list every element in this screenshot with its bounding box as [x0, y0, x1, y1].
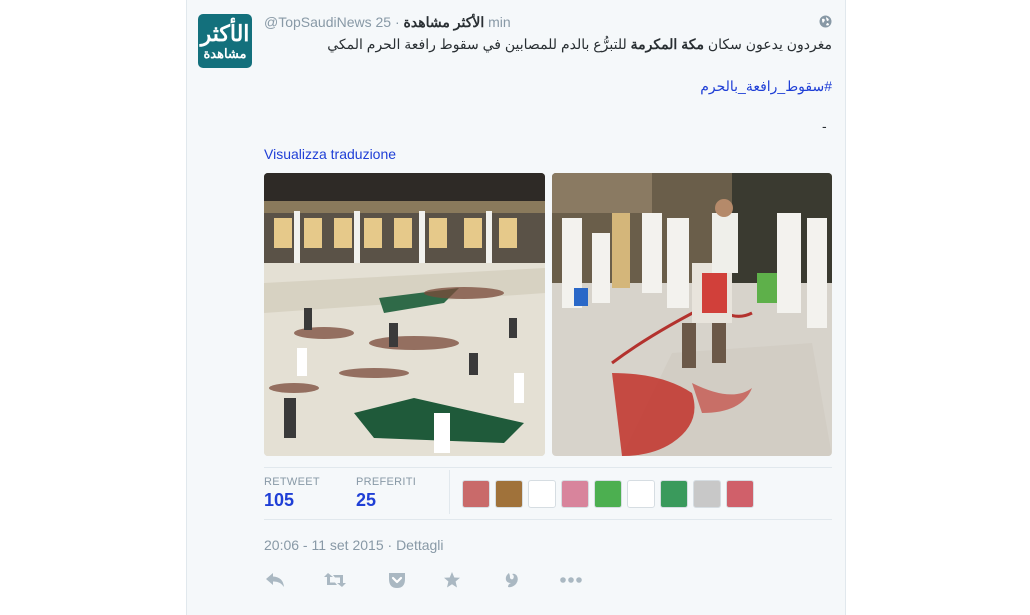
tweet-text-bold: مكة المكرمة — [630, 36, 704, 52]
favoriter-avatar-1[interactable] — [462, 480, 490, 508]
favoriter-avatar-7[interactable] — [660, 480, 688, 508]
favoriter-avatar-6[interactable] — [627, 480, 655, 508]
reply-icon — [266, 573, 284, 587]
retweet-icon — [324, 573, 346, 587]
favorite-button[interactable] — [440, 569, 464, 591]
tweet-timestamp-row: 20:06 - 11 set 2015 · Dettagli — [264, 537, 444, 553]
stats-top-divider — [264, 467, 832, 468]
pocket-icon — [389, 573, 405, 588]
favoriter-avatar-5[interactable] — [594, 480, 622, 508]
tweet-trailing-text: - — [822, 118, 827, 134]
pocket-button[interactable] — [385, 569, 409, 591]
tweet-header: @TopSaudiNews الأكثر مشاهدة · 25 min — [264, 14, 511, 32]
retweet-label: RETWEET — [264, 476, 320, 488]
translate-link[interactable]: Visualizza traduzione — [264, 146, 396, 162]
favoriter-avatar-4[interactable] — [561, 480, 589, 508]
tweet-text-part1: مغردون يدعون سكان — [703, 36, 832, 52]
tweet-timestamp: 20:06 - 11 set 2015 — [264, 537, 384, 553]
more-icon — [560, 577, 582, 583]
favoriter-avatar-3[interactable] — [528, 480, 556, 508]
user-handle[interactable]: @TopSaudiNews — [264, 14, 372, 30]
tweet-photo-2[interactable] — [552, 173, 832, 456]
favoriter-avatar-8[interactable] — [693, 480, 721, 508]
photo-2-image — [552, 173, 832, 456]
tweet-text: مغردون يدعون سكان مكة المكرمة للتبرُّع ب… — [264, 35, 832, 53]
more-button[interactable] — [559, 569, 583, 591]
retweet-button[interactable] — [323, 569, 347, 591]
reply-button[interactable] — [263, 569, 287, 591]
details-link[interactable]: Dettagli — [396, 537, 443, 553]
hashtag-link[interactable]: #سقوط_رافعة_بالحرم — [264, 78, 832, 95]
user-display-name[interactable]: الأكثر مشاهدة — [404, 14, 485, 30]
avatar-logo-text: الأكثر — [200, 20, 251, 46]
vine-icon — [505, 573, 518, 588]
favorite-icon — [444, 572, 460, 588]
photo-1-image — [264, 173, 545, 456]
vine-button[interactable] — [500, 569, 524, 591]
stats-bottom-divider — [264, 519, 832, 520]
favoriter-avatar-9[interactable] — [726, 480, 754, 508]
globe-icon — [819, 15, 832, 28]
stats-separator — [449, 470, 450, 514]
header-separator: · — [394, 14, 400, 30]
retweet-count[interactable]: 105 — [264, 490, 294, 511]
tweet-text-part2: للتبرُّع بالدم للمصابين في سقوط رافعة ال… — [327, 36, 631, 52]
favoriter-avatar-2[interactable] — [495, 480, 523, 508]
avatar-logo-subtext: مشاهدة — [203, 45, 247, 61]
favorites-count[interactable]: 25 — [356, 490, 376, 511]
profile-avatar[interactable]: الأكثر مشاهدة — [198, 14, 252, 68]
timestamp-separator: · — [387, 537, 393, 553]
favorites-label: PREFERITI — [356, 476, 417, 488]
tweet-photo-1[interactable] — [264, 173, 545, 456]
